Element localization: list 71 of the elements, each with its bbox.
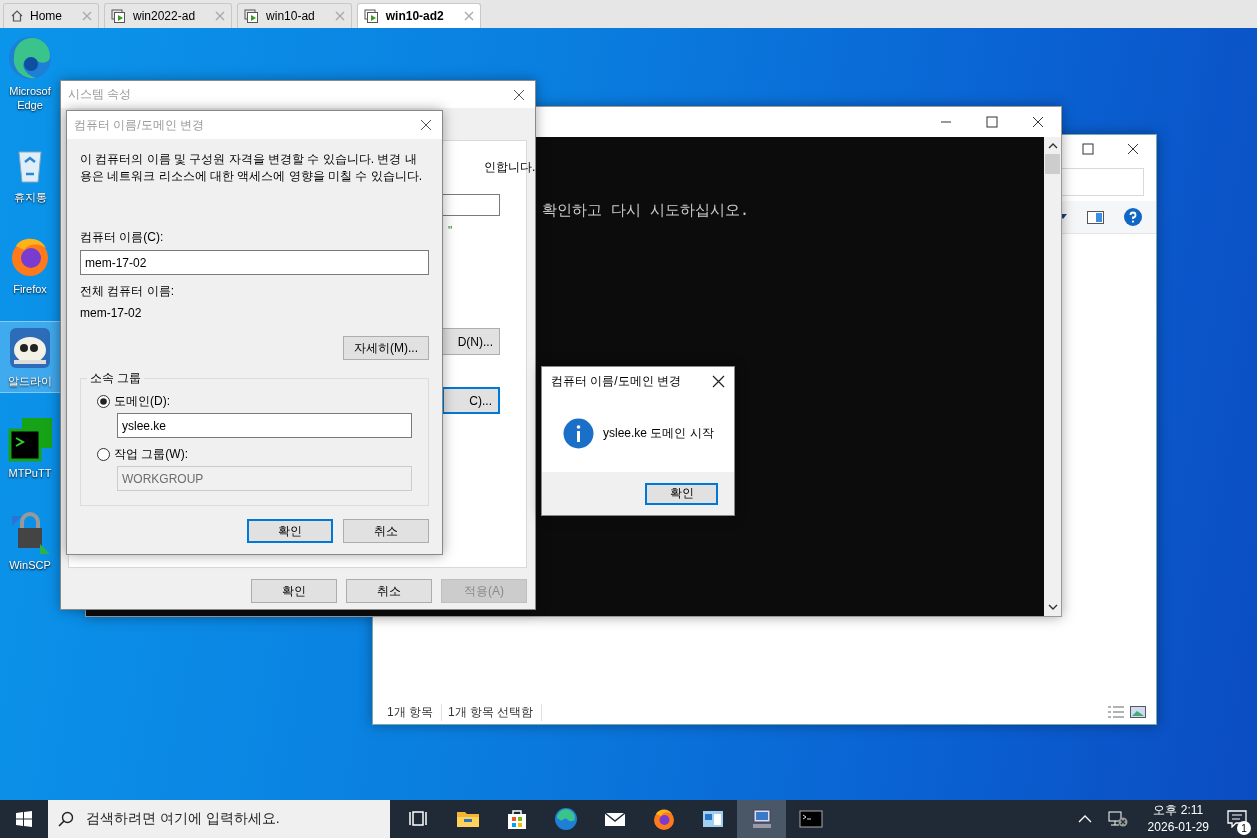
shortcut-label: Edge xyxy=(17,98,43,112)
scroll-up-icon[interactable] xyxy=(1047,142,1058,149)
vm-icon xyxy=(111,8,127,24)
radio-option[interactable]: 도메인(D): xyxy=(97,393,412,410)
scroll-thumb[interactable] xyxy=(1045,154,1060,174)
session-tab[interactable]: win2022-ad xyxy=(104,3,233,28)
thumbnail-view-icon[interactable] xyxy=(1130,706,1146,718)
session-tab[interactable]: win10-ad2 xyxy=(356,3,481,28)
computer-icon[interactable] xyxy=(737,800,786,838)
shortcut-label: MTPuTT xyxy=(8,466,52,480)
dialog-button[interactable]: 확인 xyxy=(251,579,337,603)
vm-icon xyxy=(363,8,380,24)
search-icon xyxy=(58,811,74,827)
shortcut-label: 휴지통 xyxy=(13,190,47,204)
shortcut-label: Firefox xyxy=(13,282,47,296)
radio-icon[interactable] xyxy=(97,448,110,461)
notification-badge: 1 xyxy=(1237,821,1251,835)
input-field[interactable]: WORKGROUP xyxy=(117,466,412,491)
chevron-up-icon[interactable] xyxy=(1077,815,1092,823)
close-icon[interactable] xyxy=(1032,116,1044,128)
dialog-title: 시스템 속성 xyxy=(68,86,132,103)
shortcut-label: WinSCP xyxy=(9,558,51,572)
clock-time[interactable]: 오후 2:11 xyxy=(1153,802,1204,819)
edge-logo-icon xyxy=(6,34,54,82)
home-icon xyxy=(10,9,24,23)
dialog-button[interactable]: D(N)... xyxy=(442,328,500,355)
ok-button[interactable]: 확인 xyxy=(645,482,718,505)
dialog-button[interactable]: C)... xyxy=(442,387,500,414)
radio-option[interactable]: 작업 그룹(W): xyxy=(97,446,412,463)
scroll-down-icon[interactable] xyxy=(1047,604,1058,611)
dialog-button[interactable]: 확인 xyxy=(247,519,333,543)
message-text: yslee.ke 도메인 시작 xyxy=(603,425,714,442)
computer-name-field[interactable]: mem-17-02 xyxy=(80,250,429,275)
dialog-title: 컴퓨터 이름/도메인 변경 xyxy=(551,372,681,390)
scrollbar[interactable] xyxy=(1044,137,1061,616)
dialog-title: 컴퓨터 이름/도메인 변경 xyxy=(74,116,204,134)
close-icon[interactable] xyxy=(513,88,525,101)
search-field[interactable]: 검색하려면 여기에 입력하세요. xyxy=(48,800,390,838)
close-icon[interactable] xyxy=(1127,143,1139,155)
shortcut-label: 알드라이 xyxy=(8,374,52,388)
clock-date[interactable]: 2026-01-29 xyxy=(1147,819,1209,836)
description-text: 이 컴퓨터의 이름 및 구성원 자격을 변경할 수 있습니다. 변경 내용은 네트워크 리소스에 대한 액세스에 영향을 미칠 수 있습니다. xyxy=(80,151,423,185)
field-label: 전체 컴퓨터 이름: xyxy=(80,283,175,300)
console-text: 확인하고 다시 시도하십시오. xyxy=(542,201,751,220)
dialog-button[interactable]: 취소 xyxy=(346,579,432,603)
close-icon[interactable] xyxy=(420,119,432,131)
input-field[interactable]: yslee.ke xyxy=(117,413,412,438)
field-label: 컴퓨터 이름(C): xyxy=(80,229,165,246)
text-field[interactable] xyxy=(442,194,500,216)
pane-icon[interactable] xyxy=(1087,210,1104,224)
maximize-icon[interactable] xyxy=(986,116,998,128)
radio-icon[interactable] xyxy=(97,395,110,408)
hint-text: " xyxy=(447,224,453,238)
group-legend: 소속 그룹 xyxy=(87,370,145,387)
info-icon xyxy=(563,418,594,449)
session-tab[interactable]: win10-ad xyxy=(237,3,352,28)
maximize-icon[interactable] xyxy=(1082,143,1094,155)
vm-icon xyxy=(244,8,261,24)
close-icon[interactable] xyxy=(712,374,725,388)
status-text: 1개 항목 xyxy=(387,703,442,721)
full-name-text: mem-17-02 xyxy=(80,306,143,320)
dialog-button[interactable]: 취소 xyxy=(343,519,429,543)
network-icon[interactable] xyxy=(1107,811,1128,827)
shortcut-label: Microsof xyxy=(9,84,51,98)
more-button[interactable]: 자세히(M)... xyxy=(343,336,429,360)
windows-logo-icon[interactable] xyxy=(16,811,32,827)
status-text: 1개 항목 선택함 xyxy=(448,703,543,721)
session-tab[interactable]: Home xyxy=(3,3,99,28)
description-text: 인합니다. xyxy=(483,159,536,176)
help-icon[interactable] xyxy=(1124,208,1142,226)
terminal-icon xyxy=(6,416,54,464)
